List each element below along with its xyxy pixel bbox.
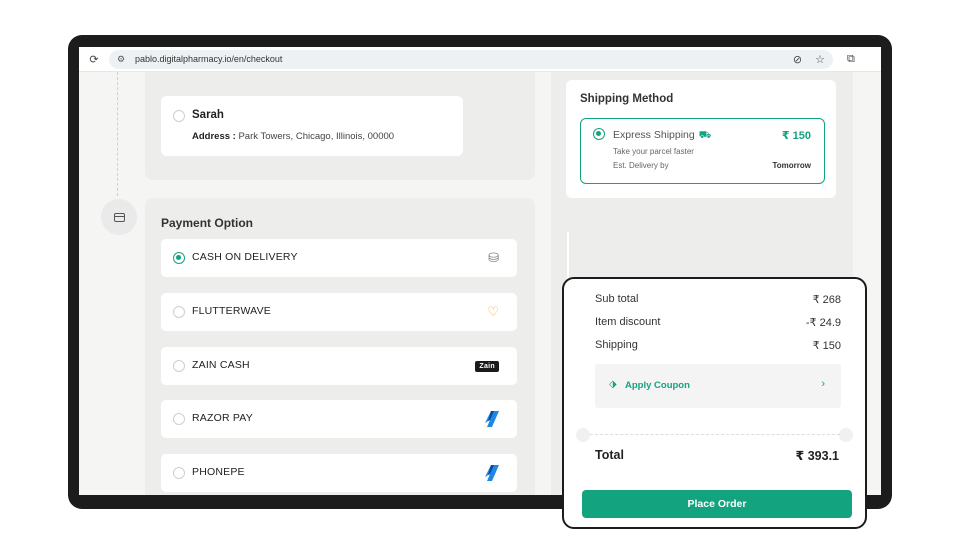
payment-step-icon (101, 199, 137, 235)
payment-radio[interactable] (173, 467, 185, 479)
payment-radio[interactable] (173, 252, 185, 264)
discount-value: -₹ 24.9 (805, 317, 841, 329)
shipping-description: Take your parcel faster (613, 147, 694, 156)
zain-logo-text: Zain (475, 360, 499, 372)
discount-row: Item discount -₹ 24.9 (595, 316, 841, 329)
extensions-icon[interactable]: ⧉ (847, 53, 855, 66)
cash-icon: ⛁ (488, 250, 499, 265)
payment-option-phonepe[interactable]: PHONEPE (161, 454, 517, 492)
address-card[interactable]: Sarah Address : Park Towers, Chicago, Il… (161, 96, 463, 156)
chevron-right-icon: › (821, 378, 825, 390)
stage: ⟳ ⚙ pablo.digitalpharmacy.io/en/checkout… (0, 0, 960, 540)
payment-option-label: ZAIN CASH (192, 359, 250, 371)
tag-icon: ⬗ (609, 379, 617, 390)
browser-toolbar: ⟳ ⚙ pablo.digitalpharmacy.io/en/checkout… (79, 47, 881, 72)
shipping-row: Shipping ₹ 150 (595, 339, 841, 352)
shipping-est-label: Est. Delivery by (613, 161, 669, 170)
apply-coupon-button[interactable]: ⬗ Apply Coupon › (595, 364, 841, 408)
subtotal-value: ₹ 268 (812, 294, 841, 306)
payment-option-label: CASH ON DELIVERY (192, 251, 298, 263)
address-bar[interactable]: ⚙ pablo.digitalpharmacy.io/en/checkout ⊘… (109, 49, 833, 69)
reload-icon[interactable]: ⟳ (87, 53, 101, 66)
payment-option-label: RAZOR PAY (192, 412, 253, 424)
sidebar-divider (567, 232, 569, 284)
address-value: Park Towers, Chicago, Illinois, 00000 (238, 131, 395, 142)
shipping-radio[interactable] (593, 128, 605, 140)
shipping-option-name: Express Shipping ⛟ (613, 129, 711, 143)
ticket-notch-right (839, 428, 853, 442)
place-order-button[interactable]: Place Order (582, 490, 852, 518)
payment-option-label: FLUTTERWAVE (192, 305, 272, 317)
address-label: Address : (192, 131, 236, 142)
star-icon[interactable]: ☆ (815, 53, 825, 66)
razorpay-logo-icon (485, 409, 499, 429)
address-line: Address : Park Towers, Chicago, Illinois… (192, 131, 394, 142)
address-name: Sarah (192, 109, 224, 121)
discount-label: Item discount (595, 316, 661, 328)
subtotal-row: Sub total ₹ 268 (595, 293, 841, 306)
shipping-label: Shipping (595, 339, 638, 351)
shipping-name-text: Express Shipping (613, 129, 695, 141)
shipping-est-value: Tomorrow (772, 161, 811, 170)
zain-cash-logo-icon: Zain (475, 356, 499, 376)
no-tracking-icon[interactable]: ⊘ (793, 53, 802, 66)
card-icon (113, 212, 125, 222)
flutterwave-logo-icon: ♡ (487, 304, 499, 319)
shipping-value: ₹ 150 (812, 340, 841, 352)
payment-option-zain-cash[interactable]: ZAIN CASH Zain (161, 347, 517, 385)
address-bar-actions: ⊘ ☆ (780, 53, 825, 66)
total-label: Total (595, 448, 624, 462)
url-text[interactable]: pablo.digitalpharmacy.io/en/checkout (135, 54, 282, 64)
subtotal-label: Sub total (595, 293, 639, 305)
address-radio[interactable] (173, 110, 185, 122)
shipping-title: Shipping Method (580, 93, 674, 105)
shipping-option-express[interactable]: Express Shipping ⛟ ₹ 150 Take your parcel… (580, 118, 825, 184)
order-summary-highlight: Sub total ₹ 268 Item discount -₹ 24.9 Sh… (562, 277, 867, 529)
site-settings-icon[interactable]: ⚙ (117, 54, 129, 65)
payment-option-flutterwave[interactable]: FLUTTERWAVE ♡ (161, 293, 517, 331)
summary-divider (590, 434, 840, 435)
truck-icon: ⛟ (698, 130, 712, 141)
phonepe-logo-icon (485, 463, 499, 483)
shipping-price: ₹ 150 (781, 130, 811, 142)
total-value: ₹ 393.1 (795, 449, 839, 463)
payment-radio[interactable] (173, 413, 185, 425)
ticket-notch-left (576, 428, 590, 442)
payment-title: Payment Option (161, 216, 254, 230)
payment-radio[interactable] (173, 306, 185, 318)
payment-radio[interactable] (173, 360, 185, 372)
apply-coupon-label: Apply Coupon (625, 380, 690, 391)
payment-option-cod[interactable]: CASH ON DELIVERY ⛁ (161, 239, 517, 277)
checkout-timeline (117, 72, 118, 196)
payment-option-label: PHONEPE (192, 466, 245, 478)
payment-option-razorpay[interactable]: RAZOR PAY (161, 400, 517, 438)
